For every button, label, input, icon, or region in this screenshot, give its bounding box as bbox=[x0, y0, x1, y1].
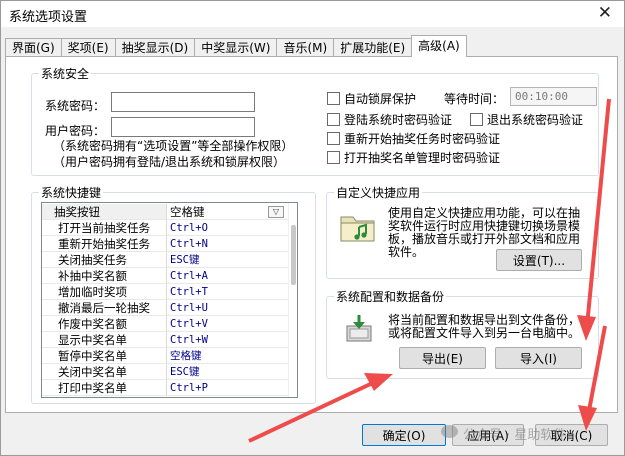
system-password-input[interactable] bbox=[111, 92, 255, 112]
hotkey-list-scrollbar[interactable] bbox=[288, 203, 297, 397]
tab-prizes[interactable]: 奖项(E) bbox=[60, 38, 116, 57]
options-dialog: 系统选项设置 ✕ 界面(G) 奖项(E) 抽奖显示(D) 中奖显示(W) 音乐(… bbox=[0, 0, 625, 456]
restart-verify-checkbox[interactable]: 重新开始抽奖任务时密码验证 bbox=[327, 130, 500, 147]
system-password-label: 系统密码： bbox=[45, 99, 106, 113]
backup-desc-2: 或将配置文件导入到另一台电脑中。 bbox=[388, 326, 581, 340]
hotkey-action: 补抽中奖名额 bbox=[42, 268, 167, 284]
hotkey-action: 重新开始抽奖任务 bbox=[42, 236, 167, 252]
hotkey-action: 增加临时奖项 bbox=[42, 284, 167, 300]
ok-button[interactable]: 确定(O) bbox=[362, 424, 446, 446]
tab-interface[interactable]: 界面(G) bbox=[5, 38, 62, 57]
hotkey-key: Ctrl+U bbox=[167, 300, 289, 316]
watermark: 公众号 · 星助软件 bbox=[463, 428, 567, 443]
login-verify-box[interactable] bbox=[327, 113, 340, 126]
hotkey-action: 显示中奖名单 bbox=[42, 332, 167, 348]
chevron-down-icon[interactable]: ▽ bbox=[268, 206, 284, 218]
hotkey-action: 暂停中奖名单 bbox=[42, 348, 167, 364]
hotkey-row[interactable]: 暂停中奖名单 空格键 bbox=[42, 348, 289, 364]
hotkey-row[interactable]: 显示中奖名单 Ctrl+W bbox=[42, 332, 289, 348]
logout-verify-box[interactable] bbox=[470, 113, 483, 126]
logout-verify-label: 退出系统密码验证 bbox=[487, 113, 584, 127]
hotkey-row[interactable]: 关闭抽奖任务 ESC键 bbox=[42, 252, 289, 268]
wait-time-label: 等待时间： bbox=[444, 92, 505, 106]
tab-music[interactable]: 音乐(M) bbox=[276, 38, 335, 57]
tab-advanced[interactable]: 高级(A) bbox=[411, 35, 467, 57]
hotkey-action: 撤消最后一轮抽奖 bbox=[42, 300, 167, 316]
hotkey-row[interactable]: 增加临时奖项 Ctrl+T bbox=[42, 284, 289, 300]
hotkey-action: 关闭抽奖任务 bbox=[42, 252, 167, 268]
window-title: 系统选项设置 bbox=[9, 10, 88, 25]
hotkey-action: 抽奖按钮 bbox=[42, 204, 167, 220]
open-list-verify-checkbox[interactable]: 打开抽奖名单管理时密码验证 bbox=[327, 149, 500, 166]
wait-time-input[interactable]: 00:10:00 bbox=[510, 87, 597, 106]
hotkey-row[interactable]: 打开当前抽奖任务 Ctrl+O bbox=[42, 220, 289, 236]
hotkey-list: 抽奖按钮 空格键 ▽ 打开当前抽奖任务 Ctrl+O 重新开始抽奖任务 Ctrl+N… bbox=[41, 202, 298, 398]
logout-verify-checkbox[interactable]: 退出系统密码验证 bbox=[470, 111, 583, 128]
hotkey-row[interactable]: 补抽中奖名额 Ctrl+A bbox=[42, 268, 289, 284]
hotkey-row[interactable]: 重新开始抽奖任务 Ctrl+N bbox=[42, 236, 289, 252]
close-icon[interactable]: ✕ bbox=[598, 3, 612, 23]
hotkey-key: Ctrl+T bbox=[167, 284, 289, 300]
tab-strip: 界面(G) 奖项(E) 抽奖显示(D) 中奖显示(W) 音乐(M) 扩展功能(E… bbox=[5, 35, 467, 57]
import-button[interactable]: 导入(I) bbox=[495, 347, 582, 369]
auto-lock-checkbox[interactable]: 自动锁屏保护 bbox=[327, 90, 416, 107]
hotkey-key: ESC键 bbox=[167, 364, 289, 380]
hotkey-key: Ctrl+W bbox=[167, 332, 289, 348]
hotkey-key: 空格键 bbox=[167, 348, 289, 364]
hotkey-action: 作废中奖名额 bbox=[42, 316, 167, 332]
restart-verify-box[interactable] bbox=[327, 132, 340, 145]
wechat-icon bbox=[441, 425, 458, 438]
hotkey-action: 关闭中奖名单 bbox=[42, 364, 167, 380]
hotkey-key: Ctrl+N bbox=[167, 236, 289, 252]
security-group-title: 系统安全 bbox=[39, 65, 92, 82]
custom-app-settings-button[interactable]: 设置(T)... bbox=[496, 249, 582, 271]
tab-draw-display[interactable]: 抽奖显示(D) bbox=[114, 38, 196, 57]
backup-group-title: 系统配置和数据备份 bbox=[334, 288, 447, 305]
hotkey-key: ESC键 bbox=[167, 252, 289, 268]
hotkey-key: Ctrl+P bbox=[167, 380, 289, 396]
open-list-verify-label: 打开抽奖名单管理时密码验证 bbox=[344, 151, 501, 165]
hotkey-action: 打印中奖名单 bbox=[42, 380, 167, 396]
open-list-verify-box[interactable] bbox=[327, 151, 340, 164]
auto-lock-box[interactable] bbox=[327, 92, 340, 105]
login-verify-checkbox[interactable]: 登陆系统时密码验证 bbox=[327, 111, 452, 128]
folder-music-icon bbox=[340, 216, 375, 242]
custom-app-desc-4: 软件。 bbox=[388, 245, 425, 259]
scrollbar-thumb[interactable] bbox=[291, 225, 296, 285]
hotkeys-group-title: 系统快捷键 bbox=[39, 184, 104, 201]
system-password-note: （系统密码拥有“选项设置”等全部操作权限） bbox=[53, 139, 294, 153]
import-export-icon bbox=[346, 315, 372, 342]
hotkey-row[interactable]: 打印中奖名单 Ctrl+P bbox=[42, 380, 289, 396]
hotkey-row[interactable]: 作废中奖名额 Ctrl+V bbox=[42, 316, 289, 332]
tab-extensions[interactable]: 扩展功能(E) bbox=[333, 38, 413, 57]
hotkey-key: Ctrl+V bbox=[167, 316, 289, 332]
hotkey-action: 打开当前抽奖任务 bbox=[42, 220, 167, 236]
tab-winner-display[interactable]: 中奖显示(W) bbox=[194, 38, 278, 57]
login-verify-label: 登陆系统时密码验证 bbox=[344, 113, 453, 127]
user-password-input[interactable] bbox=[111, 117, 255, 137]
auto-lock-label: 自动锁屏保护 bbox=[344, 92, 417, 106]
hotkey-row[interactable]: 抽奖按钮 空格键 ▽ bbox=[42, 204, 289, 220]
user-password-note: （用户密码拥有登陆/退出系统和锁屏权限） bbox=[53, 155, 286, 169]
hotkey-key: Ctrl+A bbox=[167, 268, 289, 284]
export-button[interactable]: 导出(E) bbox=[399, 347, 486, 369]
title-bar: 系统选项设置 ✕ bbox=[1, 1, 624, 27]
hotkey-key: Ctrl+O bbox=[167, 220, 289, 236]
restart-verify-label: 重新开始抽奖任务时密码验证 bbox=[344, 132, 501, 146]
custom-app-group-title: 自定义快捷应用 bbox=[334, 184, 423, 201]
hotkey-row[interactable]: 关闭中奖名单 ESC键 bbox=[42, 364, 289, 380]
hotkey-row[interactable]: 撤消最后一轮抽奖 Ctrl+U bbox=[42, 300, 289, 316]
